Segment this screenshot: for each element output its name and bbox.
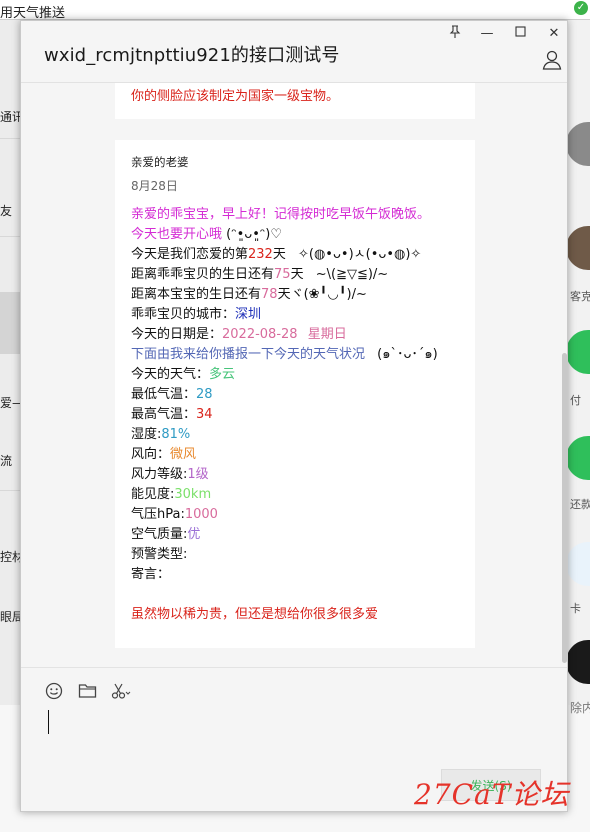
pin-icon[interactable]: [444, 25, 466, 43]
wind-direction-label: 风向：: [131, 447, 171, 462]
weather-value: 多云: [209, 367, 236, 382]
greeting-line-2: 今天也要开心哦 (ᵔ•͈ᴗ•͈ᵔ)♡: [131, 225, 282, 245]
min-temp-value: 28: [196, 387, 213, 402]
emoji-icon[interactable]: [45, 682, 65, 702]
wind-level-value: 1级: [187, 467, 209, 482]
background-title-bar: 用天气推送 ✓: [0, 0, 590, 21]
date-line: 今天的日期是：2022-08-28 星期日: [131, 325, 347, 345]
background-selected-row: [0, 292, 22, 354]
message-date: 8月28日: [131, 179, 178, 193]
window-header: wxid_rcmjtnpttiu921的接口测试号 — ✕: [21, 21, 567, 83]
air-quality-value: 优: [187, 527, 201, 542]
love-days-label: 今天是我们恋爱的第: [131, 247, 249, 262]
check-icon: ✓: [574, 1, 588, 15]
wind-level-line: 风力等级:1级: [131, 465, 209, 485]
her-birthday-emoticon: ~\(≧▽≦)/~: [315, 267, 389, 282]
note-line: 寄言：: [131, 567, 171, 582]
message-sender: 亲爱的老婆: [131, 155, 189, 169]
city-label: 乖乖宝贝的城市：: [131, 307, 236, 322]
greeting-text: 今天也要开心哦: [131, 227, 223, 242]
pressure-label: 气压hPa:: [131, 507, 185, 522]
previous-message-card: 你的侧脸应该制定为国家一级宝物。: [115, 83, 475, 119]
background-left-item[interactable]: 控材: [0, 548, 22, 565]
pressure-line: 气压hPa:1000: [131, 505, 218, 525]
folder-icon[interactable]: [78, 682, 98, 702]
scissors-icon[interactable]: [111, 682, 131, 702]
her-birthday-label: 距离乖乖宝贝的生日还有: [131, 267, 275, 282]
love-days-value: 232: [248, 247, 273, 262]
greeting-line-1: 亲爱的乖宝宝，早上好！记得按时吃早饭午饭晚饭。: [131, 207, 431, 222]
warning-line: 预警类型:: [131, 547, 188, 562]
humidity-line: 湿度:81%: [131, 425, 190, 445]
max-temp-label: 最高气温：: [131, 407, 197, 422]
her-birthday-line: 距离乖乖宝贝的生日还有75天 ~\(≧▽≦)/~: [131, 265, 388, 285]
background-left-item[interactable]: 爱—: [0, 394, 22, 411]
background-right-label: 客克: [570, 290, 590, 303]
air-quality-line: 空气质量:优: [131, 525, 200, 545]
city-line: 乖乖宝贝的城市：深圳: [131, 305, 261, 325]
visibility-label: 能见度:: [131, 487, 175, 502]
her-birthday-suffix: 天: [290, 267, 304, 282]
message-card[interactable]: 亲爱的老婆 8月28日 亲爱的乖宝宝，早上好！记得按时吃早饭午饭晚饭。 今天也要…: [115, 140, 475, 648]
min-temp-label: 最低气温：: [131, 387, 197, 402]
min-temp-line: 最低气温：28: [131, 385, 213, 405]
humidity-label: 湿度:: [131, 427, 162, 442]
text-input-caret[interactable]: [48, 710, 49, 734]
close-button[interactable]: ✕: [543, 25, 565, 43]
visibility-line: 能见度:30km: [131, 485, 211, 505]
weather-label: 今天的天气：: [131, 367, 210, 382]
background-right-label: 卡: [570, 602, 581, 615]
previous-message-text: 你的侧脸应该制定为国家一级宝物。: [131, 89, 340, 104]
weather-intro: 下面由我来给你播报一下今天的天气状况: [131, 347, 366, 362]
scroll-thumb[interactable]: [562, 353, 567, 663]
background-bottom-text: 除内: [570, 701, 590, 715]
weather-intro-line: 下面由我来给你播报一下今天的天气状况 (๑`･ᴗ･´๑): [131, 345, 438, 365]
background-left-item[interactable]: 流: [0, 452, 22, 469]
my-birthday-label: 距离本宝宝的生日还有: [131, 287, 262, 302]
date-label: 今天的日期是：: [131, 327, 223, 342]
max-temp-line: 最高气温：34: [131, 405, 213, 425]
background-title: 用天气推送: [0, 6, 66, 21]
my-birthday-emoticon: ヾ(❀╹◡╹)/~: [290, 287, 367, 302]
background-left-item[interactable]: 眼局: [0, 608, 22, 625]
weather-line: 今天的天气：多云: [131, 365, 235, 385]
humidity-value: 81%: [161, 427, 191, 442]
love-days-suffix: 天: [272, 247, 286, 262]
wind-direction-line: 风向：微风: [131, 445, 196, 465]
chat-window: wxid_rcmjtnpttiu921的接口测试号 — ✕ 你的侧脸应该制定为国…: [20, 20, 568, 812]
love-days-line: 今天是我们恋爱的第232天 ✧(◍•ᴗ•)ㅅ(•ᴗ•◍)✧: [131, 245, 421, 265]
window-title: wxid_rcmjtnpttiu921的接口测试号: [44, 45, 340, 66]
city-value: 深圳: [235, 307, 262, 322]
profile-icon[interactable]: [541, 49, 563, 71]
air-quality-label: 空气质量:: [131, 527, 188, 542]
chat-scrollbar[interactable]: [561, 83, 567, 667]
chat-history[interactable]: 你的侧脸应该制定为国家一级宝物。 亲爱的老婆 8月28日 亲爱的乖宝宝，早上好！…: [21, 83, 567, 667]
my-birthday-suffix: 天: [277, 287, 291, 302]
background-left-item[interactable]: 友: [0, 202, 22, 219]
visibility-value: 30km: [174, 487, 212, 502]
background-left-item[interactable]: 通讯: [0, 108, 22, 125]
max-temp-value: 34: [196, 407, 213, 422]
pressure-value: 1000: [184, 507, 218, 522]
my-birthday-value: 78: [261, 287, 278, 302]
wind-direction-value: 微风: [170, 447, 197, 462]
site-watermark: 27CaT论坛: [414, 778, 570, 811]
date-value: 2022-08-28: [222, 327, 298, 342]
minimize-button[interactable]: —: [476, 25, 498, 43]
greeting-emoticon: (ᵔ•͈ᴗ•͈ᵔ)♡: [226, 227, 282, 242]
love-days-emoticon: ✧(◍•ᴗ•)ㅅ(•ᴗ•◍)✧: [298, 247, 422, 262]
her-birthday-value: 75: [274, 267, 291, 282]
closing-line: 虽然物以稀为贵，但还是想给你很多很多爱: [131, 607, 379, 622]
weekday-value: 星期日: [307, 327, 347, 342]
background-right-label: 付: [570, 394, 581, 407]
background-right-label: 还款: [570, 498, 590, 511]
maximize-button[interactable]: [509, 25, 531, 43]
weather-intro-emoticon: (๑`･ᴗ･´๑): [377, 347, 438, 362]
wind-level-label: 风力等级:: [131, 467, 188, 482]
my-birthday-line: 距离本宝宝的生日还有78天ヾ(❀╹◡╹)/~: [131, 285, 367, 305]
